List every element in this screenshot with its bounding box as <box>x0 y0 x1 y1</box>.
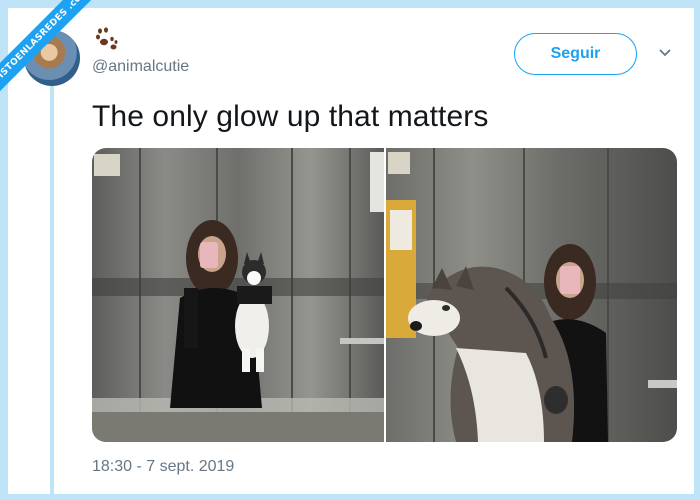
tweet-timestamp[interactable]: 18:30 - 7 sept. 2019 <box>92 458 234 476</box>
watermark-text: VISTOENLASREDES .com <box>0 0 91 86</box>
photo-grown-husky[interactable] <box>386 148 677 442</box>
watermark-ribbon: VISTOENLASREDES .com <box>0 0 110 110</box>
thread-line <box>50 86 54 494</box>
tweet-text: The only glow up that matters <box>92 100 489 133</box>
chevron-down-icon[interactable] <box>657 45 673 61</box>
follow-button[interactable]: Seguir <box>514 33 637 75</box>
media-grid <box>92 148 677 442</box>
photo-small-puppy[interactable] <box>92 148 384 442</box>
